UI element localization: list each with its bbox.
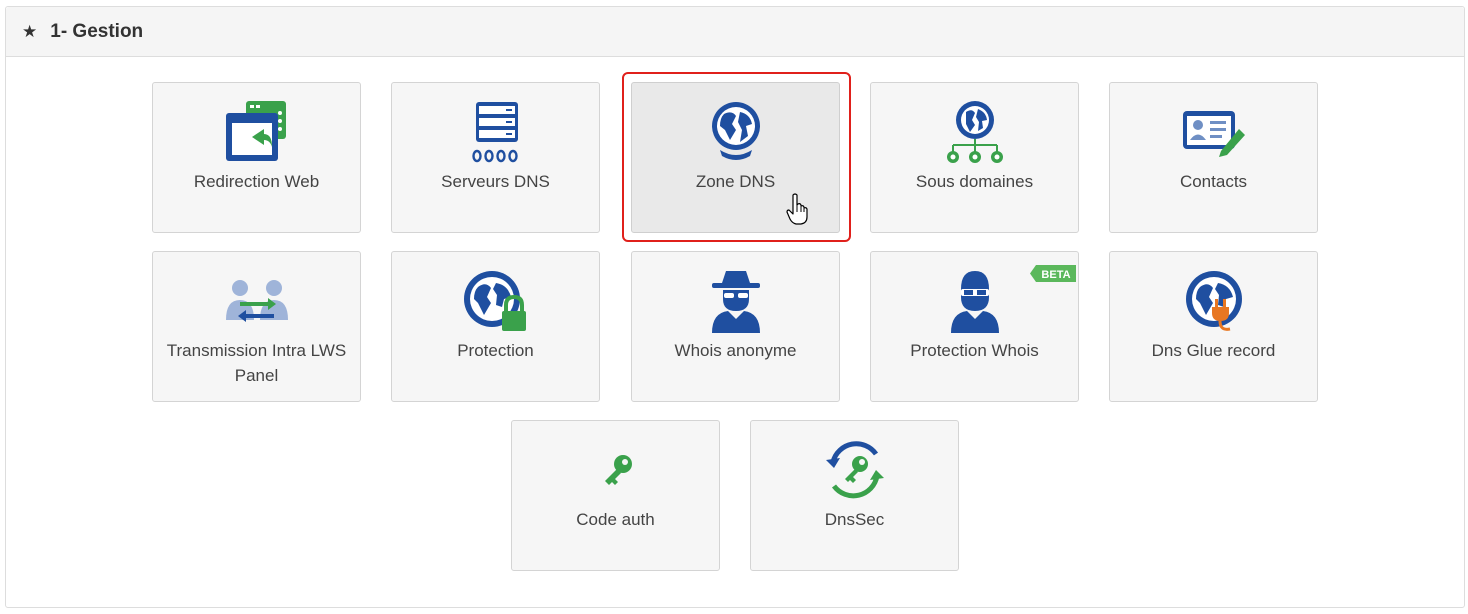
spy-icon [701, 268, 771, 334]
globe-tree-icon [940, 99, 1010, 165]
tile-label: Contacts [1179, 172, 1248, 191]
star-icon: ★ [22, 22, 38, 41]
masked-user-icon [940, 268, 1010, 334]
user-transfer-icon [222, 268, 292, 334]
tile-sous-domaines[interactable]: Sous domaines [870, 82, 1079, 233]
server-rack-icon [461, 99, 531, 165]
tile-label: Protection [457, 341, 534, 360]
tile-label: Serveurs DNS [441, 172, 550, 191]
tile-code-auth[interactable]: Code auth [511, 420, 720, 571]
key-refresh-icon [820, 437, 890, 503]
selection-highlight [622, 72, 851, 242]
tile-dns-glue-record[interactable]: Dns Glue record [1109, 251, 1318, 402]
tile-label: DnsSec [824, 510, 885, 529]
beta-badge-text: BETA [1041, 269, 1070, 281]
tile-label: Protection Whois [910, 341, 1039, 360]
redirect-window-icon [222, 99, 292, 165]
tile-dnssec[interactable]: DnsSec [750, 420, 959, 571]
panel-header: ★ 1- Gestion [6, 7, 1464, 57]
key-icon [581, 437, 651, 503]
hand-cursor-icon [786, 193, 810, 225]
tile-redirection-web[interactable]: Redirection Web [152, 82, 361, 233]
tile-label: Whois anonyme [674, 341, 797, 360]
globe-plug-icon [1179, 268, 1249, 334]
tile-label: Code auth [576, 510, 655, 529]
panel-title: 1- Gestion [50, 20, 144, 42]
tile-label: Redirection Web [193, 172, 320, 191]
tile-protection-whois[interactable]: BETA Protection Whois [870, 251, 1079, 402]
tile-serveurs-dns[interactable]: Serveurs DNS [391, 82, 600, 233]
tile-contacts[interactable]: Contacts [1109, 82, 1318, 233]
tile-whois-anonyme[interactable]: Whois anonyme [631, 251, 840, 402]
beta-badge: BETA [1030, 265, 1076, 282]
globe-lock-icon [461, 268, 531, 334]
contact-card-icon [1179, 99, 1249, 165]
tile-label: Transmission Intra LWS Panel [166, 341, 347, 385]
tile-label: Dns Glue record [1151, 341, 1276, 360]
tile-label: Sous domaines [915, 172, 1034, 191]
tile-protection[interactable]: Protection [391, 251, 600, 402]
tile-transmission-intra-lws-panel[interactable]: Transmission Intra LWS Panel [152, 251, 361, 402]
